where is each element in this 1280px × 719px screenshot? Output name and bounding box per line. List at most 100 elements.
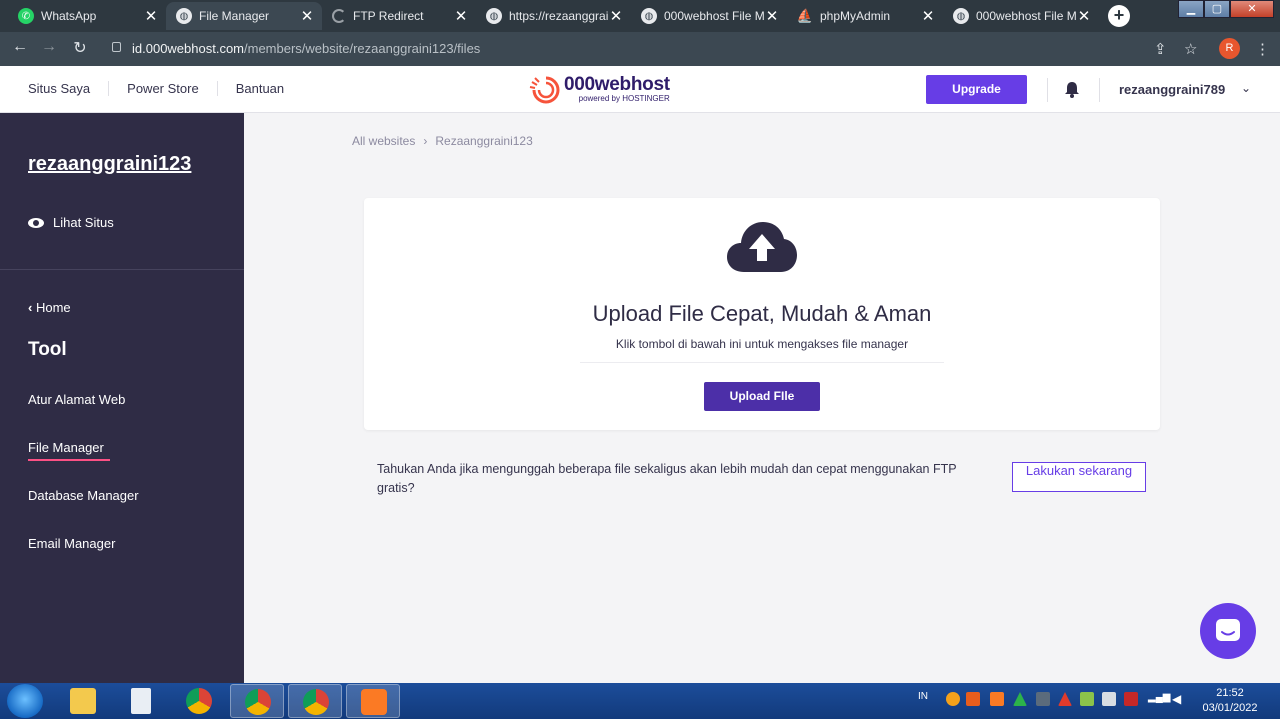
- tray-app-icon[interactable]: [966, 692, 980, 706]
- forward-icon[interactable]: →: [38, 38, 60, 56]
- ftp-now-button[interactable]: Lakukan sekarang: [1012, 462, 1146, 492]
- xampp-icon: [361, 689, 387, 715]
- logo-icon: [529, 76, 560, 104]
- tab-rezaanggraini[interactable]: ◍ https://rezaanggrai ✕: [476, 2, 631, 30]
- tab-whatsapp[interactable]: ✆ WhatsApp ✕: [8, 2, 166, 30]
- taskbar-chrome[interactable]: [172, 684, 226, 718]
- volume-icon[interactable]: ◀: [1172, 692, 1186, 706]
- search-icon[interactable]: [946, 692, 960, 706]
- breadcrumb-current: Rezaanggraini123: [435, 134, 533, 148]
- clock[interactable]: 21:52 03/01/2022: [1196, 686, 1264, 716]
- address-bar[interactable]: id.000webhost.com/members/website/rezaan…: [132, 41, 480, 56]
- card-title: Upload File Cepat, Mudah & Aman: [592, 301, 932, 326]
- back-icon[interactable]: ←: [9, 38, 31, 56]
- clock-date: 03/01/2022: [1202, 702, 1258, 714]
- logo-sub: powered by HOSTINGER: [578, 93, 670, 103]
- network-flag-icon[interactable]: [1102, 692, 1116, 706]
- home-link[interactable]: ‹ Home: [28, 300, 71, 315]
- folder-icon: [70, 688, 96, 714]
- breadcrumb: All websites › Rezaanggraini123: [352, 134, 533, 148]
- taskbar-chrome-profile-1[interactable]: [230, 684, 284, 718]
- chat-icon: [1216, 619, 1240, 641]
- sidebar-item-email-manager[interactable]: Email Manager: [28, 536, 115, 551]
- security-icon[interactable]: [1124, 692, 1138, 706]
- card-subtitle: Klik tombol di bawah ini untuk mengakses…: [615, 337, 909, 351]
- nav-situs-saya[interactable]: Situs Saya: [28, 81, 110, 96]
- new-tab-button[interactable]: +: [1108, 5, 1130, 27]
- start-button[interactable]: [7, 684, 43, 718]
- taskbar-explorer[interactable]: [56, 684, 110, 718]
- upload-file-button[interactable]: Upload FIle: [704, 382, 820, 411]
- section-title: Tool: [28, 339, 67, 360]
- upload-card: Upload File Cepat, Mudah & Aman Klik tom…: [364, 198, 1160, 430]
- close-icon[interactable]: ✕: [454, 7, 468, 25]
- url-host: id.000webhost.com: [132, 41, 245, 56]
- minimize-button[interactable]: ▁: [1178, 0, 1204, 18]
- chat-button[interactable]: [1200, 603, 1256, 659]
- xampp-tray-icon[interactable]: [990, 692, 1004, 706]
- logo[interactable]: 000webhost powered by HOSTINGER: [528, 74, 670, 104]
- close-icon[interactable]: ✕: [300, 7, 314, 25]
- tray-app-icon[interactable]: [1080, 692, 1094, 706]
- drive-icon[interactable]: [1013, 692, 1027, 706]
- taskbar-chrome-profile-2[interactable]: [288, 684, 342, 718]
- tray-app-icon[interactable]: [1036, 692, 1050, 706]
- loading-icon: [332, 9, 346, 23]
- close-icon[interactable]: ✕: [144, 7, 158, 25]
- close-icon[interactable]: ✕: [609, 7, 623, 25]
- close-window-button[interactable]: ✕: [1230, 0, 1274, 18]
- view-site-link[interactable]: Lihat Situs: [28, 215, 114, 230]
- eye-icon: [28, 217, 44, 228]
- sidebar-item-file-manager[interactable]: File Manager: [28, 440, 104, 455]
- active-indicator: [28, 459, 110, 461]
- globe-icon: ◍: [176, 8, 192, 24]
- tab-ftp-redirect[interactable]: FTP Redirect ✕: [322, 2, 476, 30]
- tab-file-manager[interactable]: ◍ File Manager ✕: [166, 2, 322, 30]
- breadcrumb-root[interactable]: All websites: [352, 134, 415, 148]
- cloud-upload-icon: [727, 222, 797, 272]
- taskbar-notepad[interactable]: [114, 684, 168, 718]
- upgrade-button[interactable]: Upgrade: [926, 75, 1027, 104]
- document-icon: [131, 688, 151, 714]
- view-site-label: Lihat Situs: [53, 215, 114, 230]
- maximize-button[interactable]: ▢: [1204, 0, 1230, 18]
- close-icon[interactable]: ✕: [765, 7, 779, 25]
- share-icon[interactable]: ⇪: [1154, 40, 1167, 58]
- reload-icon[interactable]: ↻: [69, 38, 91, 58]
- tab-phpmyadmin[interactable]: ⛵ phpMyAdmin ✕: [787, 2, 943, 30]
- menu-icon[interactable]: ⋮: [1255, 40, 1270, 58]
- bell-icon[interactable]: [1064, 81, 1080, 98]
- sidebar-item-atur-alamat-web[interactable]: Atur Alamat Web: [28, 392, 125, 407]
- nav-power-store[interactable]: Power Store: [127, 81, 218, 96]
- chevron-right-icon: ›: [423, 134, 428, 148]
- tab-000webhost-2[interactable]: ◍ 000webhost File Ma ✕: [943, 2, 1099, 30]
- chrome-icon: [303, 689, 329, 715]
- divider: [580, 362, 944, 363]
- user-menu[interactable]: rezaanggraini789: [1119, 82, 1225, 97]
- signal-icon[interactable]: ▂▄▆: [1148, 692, 1170, 706]
- site-header: Situs Saya Power Store Bantuan 000webhos…: [0, 66, 1280, 113]
- chrome-icon: [186, 688, 212, 714]
- close-icon[interactable]: ✕: [921, 7, 935, 25]
- browser-tab-strip: ✆ WhatsApp ✕ ◍ File Manager ✕ FTP Redire…: [0, 0, 1280, 32]
- tab-000webhost-1[interactable]: ◍ 000webhost File Ma ✕: [631, 2, 787, 30]
- window-controls: ▁ ▢ ✕: [1178, 0, 1274, 18]
- star-icon[interactable]: ☆: [1184, 40, 1197, 58]
- site-name-link[interactable]: rezaanggraini123: [28, 153, 191, 176]
- chevron-left-icon: ‹: [28, 300, 36, 315]
- sidebar: rezaanggraini123 Lihat Situs ‹ Home Tool…: [0, 113, 244, 683]
- nav-bantuan[interactable]: Bantuan: [236, 81, 302, 96]
- language-indicator[interactable]: IN: [918, 691, 928, 702]
- phpmyadmin-icon: ⛵: [796, 8, 814, 23]
- warning-icon[interactable]: [1058, 692, 1072, 706]
- divider: [0, 269, 244, 270]
- close-icon[interactable]: ✕: [1077, 7, 1091, 25]
- globe-icon: ◍: [953, 8, 969, 24]
- tab-title: WhatsApp: [41, 9, 97, 23]
- profile-avatar[interactable]: R: [1219, 38, 1240, 59]
- taskbar-xampp[interactable]: [346, 684, 400, 718]
- chevron-down-icon[interactable]: ⌄: [1241, 81, 1251, 95]
- tab-title: FTP Redirect: [353, 9, 424, 23]
- clock-time: 21:52: [1216, 687, 1244, 699]
- sidebar-item-database-manager[interactable]: Database Manager: [28, 488, 139, 503]
